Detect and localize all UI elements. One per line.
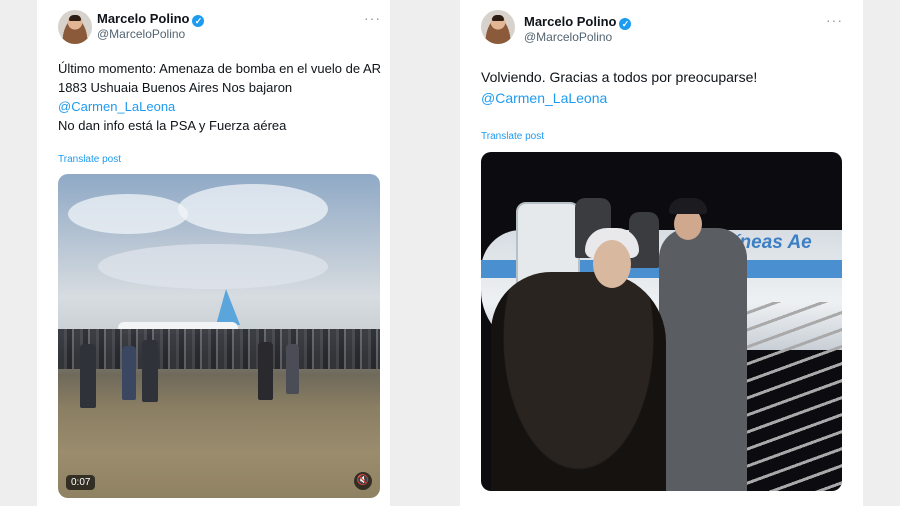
person-woman	[491, 272, 666, 491]
person-man	[659, 228, 747, 491]
tweet-text-line: No dan info está la PSA y Fuerza aérea	[58, 118, 287, 133]
author-name[interactable]: Marcelo Polino ✓	[524, 14, 632, 30]
tweet-text-line: 1883 Ushuaia Buenos Aires Nos bajaron	[58, 80, 293, 95]
tweet-text-line: Último momento: Amenaza de bomba en el v…	[58, 61, 382, 76]
tweet-video[interactable]: 0:07 🔇	[58, 174, 380, 498]
video-duration: 0:07	[66, 475, 96, 490]
translate-post-link[interactable]: Translate post	[481, 131, 544, 142]
person-man-hat	[669, 198, 707, 214]
sky-cloud	[178, 184, 328, 234]
tweet-text-line: Volviendo. Gracias a todos por preocupar…	[481, 69, 758, 85]
more-options-icon[interactable]: ···	[364, 10, 381, 26]
tweet-text: Volviendo. Gracias a todos por preocupar…	[481, 67, 851, 109]
more-options-icon[interactable]: ···	[826, 12, 843, 28]
crowd	[58, 329, 380, 369]
author-avatar[interactable]	[481, 10, 515, 44]
volume-muted-icon[interactable]: 🔇	[354, 472, 372, 490]
tweet-text: Último momento: Amenaza de bomba en el v…	[58, 59, 383, 135]
author-name[interactable]: Marcelo Polino ✓	[97, 11, 205, 27]
person-figure	[80, 344, 96, 408]
tweet-photo[interactable]: líneas Ae	[481, 152, 842, 491]
tweet-card-2[interactable]: Marcelo Polino ✓ @MarceloPolino ··· Volvi…	[460, 0, 863, 506]
mention-link[interactable]: @Carmen_LaLeona	[481, 88, 851, 109]
mention-link[interactable]: @Carmen_LaLeona	[58, 97, 383, 116]
author-avatar[interactable]	[58, 10, 92, 44]
verified-badge-icon: ✓	[192, 15, 205, 27]
person-woman-face	[593, 240, 631, 288]
author-handle[interactable]: @MarceloPolino	[524, 30, 612, 44]
author-name-text[interactable]: Marcelo Polino	[97, 11, 189, 26]
sky-cloud	[98, 244, 328, 289]
person-figure	[142, 340, 158, 402]
translate-post-link[interactable]: Translate post	[58, 154, 121, 165]
sky-cloud	[68, 194, 188, 234]
verified-badge-icon: ✓	[619, 18, 632, 30]
author-name-text[interactable]: Marcelo Polino	[524, 14, 616, 29]
tweet-card-1[interactable]: Marcelo Polino ✓ @MarceloPolino ··· Últim…	[37, 0, 390, 506]
person-figure	[286, 344, 299, 394]
author-handle[interactable]: @MarceloPolino	[97, 27, 185, 41]
person-figure	[258, 342, 273, 400]
airplane-tail	[216, 289, 240, 325]
person-figure	[122, 346, 136, 400]
